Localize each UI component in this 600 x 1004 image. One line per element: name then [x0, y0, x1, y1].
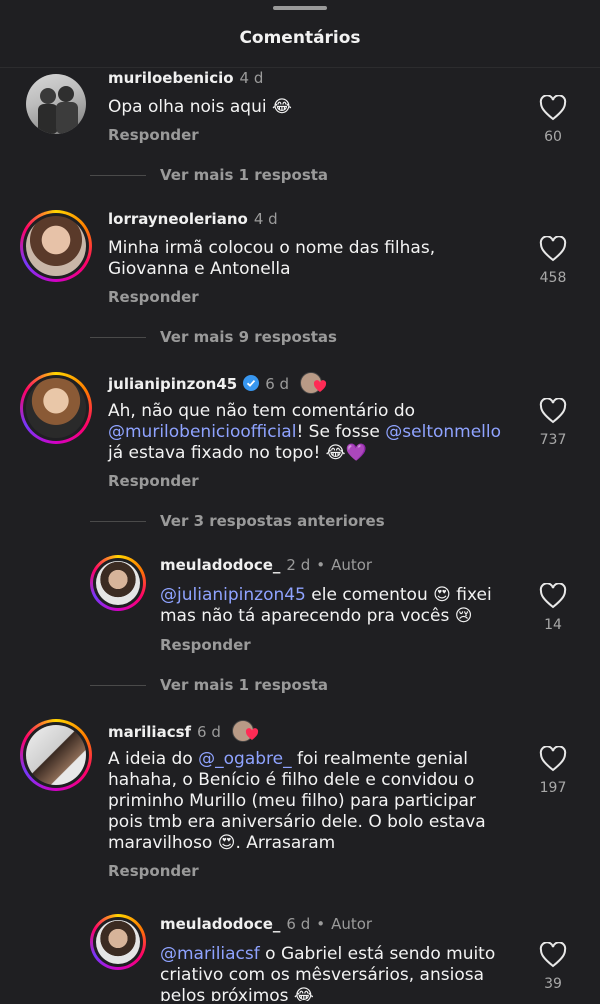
avatar-story-ring[interactable] — [20, 210, 92, 282]
comment-text: Opa olha nois aqui 😂 — [108, 97, 292, 117]
avatar-photo-icon — [38, 86, 78, 134]
author-badge: Autor — [331, 556, 373, 574]
avatar-story-ring[interactable] — [20, 372, 92, 444]
view-more-replies[interactable]: Ver mais 9 respostas — [160, 328, 337, 346]
mention-link[interactable]: @murilobenicioofficial — [108, 422, 296, 442]
avatar — [26, 378, 86, 438]
replies-divider — [90, 337, 146, 338]
verified-badge-icon — [243, 375, 260, 391]
avatar — [26, 725, 86, 785]
reply-button[interactable]: Responder — [108, 472, 199, 490]
like-count: 39 — [544, 976, 562, 992]
like-heart-icon[interactable] — [539, 398, 567, 424]
comment-time: 6 d — [286, 915, 311, 933]
like-count: 60 — [544, 129, 562, 145]
comment-text: A ideia do @_ogabre_ foi realmente genia… — [108, 749, 486, 853]
like-heart-icon[interactable] — [539, 95, 567, 121]
comments-sheet: Comentários muriloebenicio 4 d Opa olha n… — [0, 0, 600, 1004]
comment-time: 4 d — [253, 210, 278, 228]
replies-divider — [90, 685, 146, 686]
like-count: 14 — [544, 617, 562, 633]
reply-button[interactable]: Responder — [160, 636, 251, 654]
mention-link[interactable]: @_ogabre_ — [198, 749, 291, 769]
comment-time: 6 d — [197, 723, 221, 741]
header-divider — [0, 67, 600, 68]
avatar-story-ring[interactable] — [20, 719, 92, 791]
comment-username[interactable]: muriloebenicio 4 d — [108, 69, 263, 87]
avatar-story-ring[interactable] — [90, 555, 146, 611]
like-heart-icon[interactable] — [539, 236, 567, 262]
view-more-replies[interactable]: Ver 3 respostas anteriores — [160, 512, 385, 530]
comment-username[interactable]: lorrayneoleriano 4 d — [108, 210, 278, 228]
author-badge: Autor — [331, 915, 373, 933]
avatar — [96, 561, 140, 605]
view-more-replies[interactable]: Ver mais 1 resposta — [160, 166, 328, 184]
like-count: 197 — [539, 780, 567, 796]
mention-link[interactable]: @mariliacsf — [160, 944, 260, 964]
page-title: Comentários — [239, 28, 361, 48]
mention-link[interactable]: @seltonmello — [385, 422, 501, 442]
comment-text: Ah, não que não tem comentário do @muril… — [108, 401, 502, 463]
like-heart-icon[interactable] — [539, 583, 567, 609]
view-more-replies[interactable]: Ver mais 1 resposta — [160, 676, 328, 694]
comment-time: 6 d — [265, 375, 290, 393]
comment-time: 2 d — [286, 556, 311, 574]
comment-text: Minha irmã colocou o nome das filhas, Gi… — [108, 238, 436, 279]
reply-button[interactable]: Responder — [108, 288, 199, 306]
comment-time: 4 d — [239, 69, 264, 87]
comment-username[interactable]: meuladodoce_ 2 d • Autor — [160, 556, 372, 574]
avatar — [96, 920, 140, 964]
comment-username[interactable]: meuladodoce_ 6 d • Autor — [160, 915, 372, 933]
reply-button[interactable]: Responder — [108, 862, 199, 880]
like-count: 737 — [539, 432, 567, 448]
creator-liked-icon — [300, 372, 330, 394]
avatar-story-ring[interactable] — [90, 914, 146, 970]
replies-divider — [90, 175, 146, 176]
like-count: 458 — [539, 270, 567, 286]
drag-handle[interactable] — [273, 6, 327, 10]
like-heart-icon[interactable] — [539, 942, 567, 968]
creator-liked-icon — [232, 720, 262, 742]
reply-button[interactable]: Responder — [108, 126, 199, 144]
like-heart-icon[interactable] — [539, 746, 567, 772]
replies-divider — [90, 521, 146, 522]
avatar[interactable] — [26, 74, 86, 134]
comment-text: @julianipinzon45 ele comentou 😍 fixei ma… — [160, 585, 492, 626]
mention-link[interactable]: @julianipinzon45 — [160, 585, 306, 605]
comment-username[interactable]: julianipinzon45 6 d — [108, 372, 330, 394]
comment-username[interactable]: mariliacsf 6 d — [108, 720, 262, 742]
avatar — [26, 216, 86, 276]
comment-text: @mariliacsf o Gabriel está sendo muito c… — [160, 944, 496, 1001]
